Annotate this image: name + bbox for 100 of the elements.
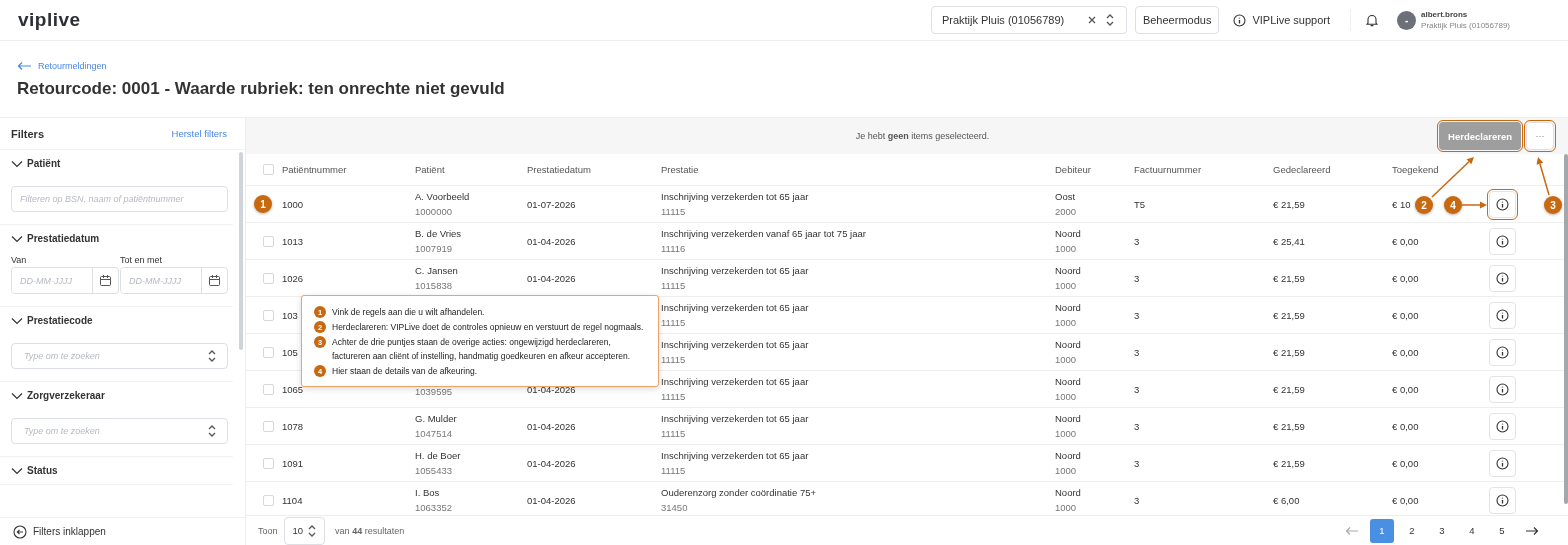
table-cell: 1065: [282, 383, 304, 395]
table-cell: 3: [1134, 272, 1140, 284]
calendar-icon: [208, 274, 221, 287]
info-button[interactable]: [1489, 486, 1516, 514]
table-cell: € 21,59: [1273, 272, 1305, 284]
more-button[interactable]: ···: [1526, 122, 1554, 150]
table-cell: 1000: [1055, 428, 1077, 439]
column-header[interactable]: Patiëntnummer: [282, 164, 347, 175]
page-button[interactable]: 3: [1430, 518, 1454, 543]
arrow-right-icon: [1525, 525, 1539, 536]
field-label: Van: [11, 255, 28, 265]
info-button[interactable]: [1489, 375, 1516, 403]
table-cell: 1091: [282, 457, 304, 469]
filter-section-header[interactable]: Status: [11, 465, 233, 476]
show-label: Toon: [258, 525, 278, 536]
column-header[interactable]: Gedeclareerd: [1273, 164, 1331, 175]
row-checkbox[interactable]: [263, 494, 274, 506]
table-cell: 1104: [282, 494, 303, 506]
filter-section-header[interactable]: Patiënt: [11, 158, 233, 169]
row-checkbox[interactable]: [263, 272, 274, 284]
scrollbar[interactable]: [1564, 154, 1568, 504]
date-field[interactable]: DD-MM-JJJJ: [11, 267, 119, 294]
row-checkbox[interactable]: [263, 457, 274, 469]
filter-section-header[interactable]: Zorgverzekeraar: [11, 390, 233, 401]
table-cell: H. de Boer: [415, 450, 461, 461]
row-checkbox[interactable]: [263, 383, 274, 395]
table-cell: Inschrijving verzekerden vanaf 65 jaar tot 75 jaar: [661, 228, 866, 239]
table-cell: Inschrijving verzekerden tot 65 jaar: [661, 265, 809, 276]
table-cell: € 10: [1392, 198, 1411, 210]
table-cell: I. Bos: [415, 487, 440, 498]
select-field[interactable]: Type om te zoeken: [11, 343, 228, 369]
page-button[interactable]: 2: [1400, 518, 1424, 543]
column-header[interactable]: Patiënt: [415, 164, 445, 175]
row-checkbox[interactable]: [263, 420, 274, 432]
table-cell: 1013: [282, 235, 304, 247]
table-cell: Inschrijving verzekerden tot 65 jaar: [661, 450, 809, 461]
info-button[interactable]: [1489, 412, 1516, 440]
info-button[interactable]: [1489, 190, 1516, 218]
column-header[interactable]: Prestatiedatum: [527, 164, 591, 175]
reset-filters-link[interactable]: Herstel filters: [171, 128, 227, 139]
results-count: van 44 resultaten: [335, 525, 405, 536]
table-cell: 11115: [661, 428, 686, 439]
page-size-select[interactable]: 10: [283, 516, 326, 545]
table-cell: 105: [282, 346, 298, 358]
logo: viplive: [18, 9, 81, 31]
mode-button[interactable]: Beheermodus: [1134, 6, 1220, 34]
table-cell: 1000: [1055, 243, 1077, 254]
table-cell: 01-04-2026: [527, 420, 576, 432]
column-header[interactable]: Factuurnummer: [1134, 164, 1202, 175]
search-field[interactable]: Filteren op BSN, naam of patiëntnummer: [11, 186, 228, 212]
help-text: Vink de regels aan die u wilt afhandelen.: [332, 306, 485, 319]
collapse-filters-link[interactable]: Filters inklappen: [0, 517, 245, 545]
notification-icon: [1365, 13, 1380, 27]
table-cell: 1026: [282, 272, 304, 284]
table-cell: 3: [1134, 346, 1140, 358]
info-icon: [1233, 13, 1247, 27]
column-header[interactable]: Debiteur: [1055, 164, 1091, 175]
filter-section-header[interactable]: Prestatiedatum: [11, 233, 233, 244]
table-cell: 1078: [282, 420, 304, 432]
avatar[interactable]: -: [1397, 10, 1417, 30]
table-cell: 1039595: [415, 385, 452, 397]
selection-message: Je hebt geen items geselecteerd.: [854, 131, 991, 141]
filter-section-header[interactable]: Prestatiecode: [11, 315, 233, 326]
row-checkbox[interactable]: [263, 346, 274, 358]
practice-select[interactable]: Praktijk Pluis (01056789): [930, 6, 1127, 34]
table-cell: 1000: [1055, 280, 1077, 291]
table-cell: 1000: [1055, 354, 1077, 365]
info-button[interactable]: [1489, 449, 1516, 477]
table-cell: Noord: [1055, 302, 1081, 313]
date-field[interactable]: DD-MM-JJJJ: [120, 267, 228, 294]
column-header[interactable]: Prestatie: [661, 164, 699, 175]
info-button[interactable]: [1489, 301, 1516, 329]
scrollbar[interactable]: [239, 152, 243, 350]
info-button[interactable]: [1489, 338, 1516, 366]
info-button[interactable]: [1489, 264, 1516, 292]
help-text: Herdeclareren: VIPLive doet de controles opnieuw en verstuurt de regel nogmaals.: [332, 321, 644, 334]
table-cell: 1047514: [415, 428, 452, 439]
column-header[interactable]: Toegekend: [1392, 164, 1439, 175]
table-cell: Inschrijving verzekerden tot 65 jaar: [661, 191, 809, 202]
select-all-checkbox[interactable]: [263, 164, 274, 175]
table-cell: Noord: [1055, 265, 1081, 276]
row-checkbox[interactable]: [263, 235, 274, 247]
chevron-up-down-icon: [306, 524, 317, 537]
table-cell: Noord: [1055, 413, 1081, 424]
row-checkbox[interactable]: [263, 309, 274, 321]
page-button[interactable]: 4: [1460, 518, 1484, 543]
table-cell: 01-04-2026: [527, 494, 576, 506]
info-icon: [1496, 456, 1509, 470]
step-marker: 2: [1415, 196, 1433, 214]
page-button[interactable]: 5: [1490, 518, 1514, 543]
back-arrow-icon: [17, 61, 32, 71]
select-field[interactable]: Type om te zoeken: [11, 418, 228, 444]
table-cell: 3: [1134, 235, 1140, 247]
table-cell: B. de Vries: [415, 228, 462, 239]
table-cell: Inschrijving verzekerden tot 65 jaar: [661, 413, 809, 424]
table-cell: Inschrijving verzekerden tot 65 jaar: [661, 376, 809, 387]
info-button[interactable]: [1489, 227, 1516, 255]
support-link[interactable]: VIPLive support: [1227, 13, 1337, 27]
table-cell: Noord: [1055, 376, 1081, 387]
back-link[interactable]: Retourmeldingen: [17, 61, 1551, 71]
